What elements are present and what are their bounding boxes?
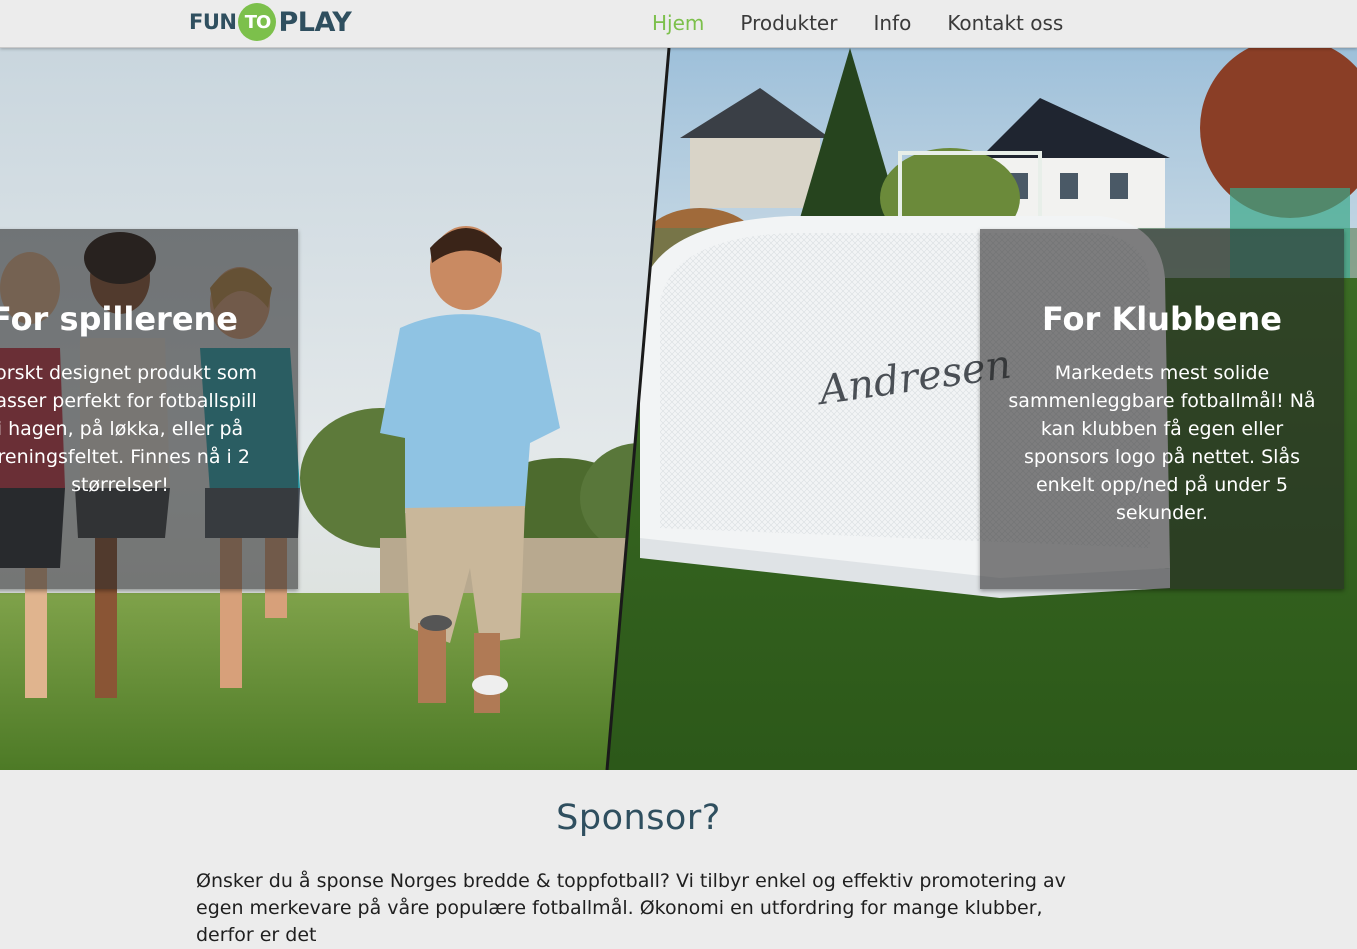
sponsor-section: Sponsor? Ønsker du å sponse Norges bredd… [0,770,1357,946]
players-card-text: norskt designet produkt som passer perfe… [0,362,257,496]
sponsor-text: Ønsker du å sponse Norges bredde & toppf… [196,870,1066,946]
main-nav: Hjem Produkter Info Kontakt oss [652,10,1099,36]
logo-fun: FUN [189,10,237,34]
clubs-card-text: Markedets mest solide sammenleggbare fot… [1008,362,1316,524]
navbar: FUN TO PLAY Hjem Produkter Info Kontakt … [0,0,1357,48]
logo-to-badge: TO [238,3,277,41]
nav-link-info[interactable]: Info [873,10,911,36]
logo-play: PLAY [278,6,352,38]
clubs-info-card: For Klubbene Markedets mest solide samme… [980,229,1344,589]
clubs-card-title: For Klubbene [1041,300,1282,338]
players-card-title: For spillerene [0,300,238,338]
nav-link-hjem[interactable]: Hjem [652,10,704,36]
players-info-card: For spillerene norskt designet produkt s… [0,229,298,589]
logo[interactable]: FUN TO PLAY [189,3,352,41]
sponsor-title: Sponsor? [556,798,721,838]
hero-section: Andresen For spillerene norskt designet … [0,48,1357,770]
nav-link-kontakt-oss[interactable]: Kontakt oss [947,10,1063,36]
nav-link-produkter[interactable]: Produkter [740,10,837,36]
